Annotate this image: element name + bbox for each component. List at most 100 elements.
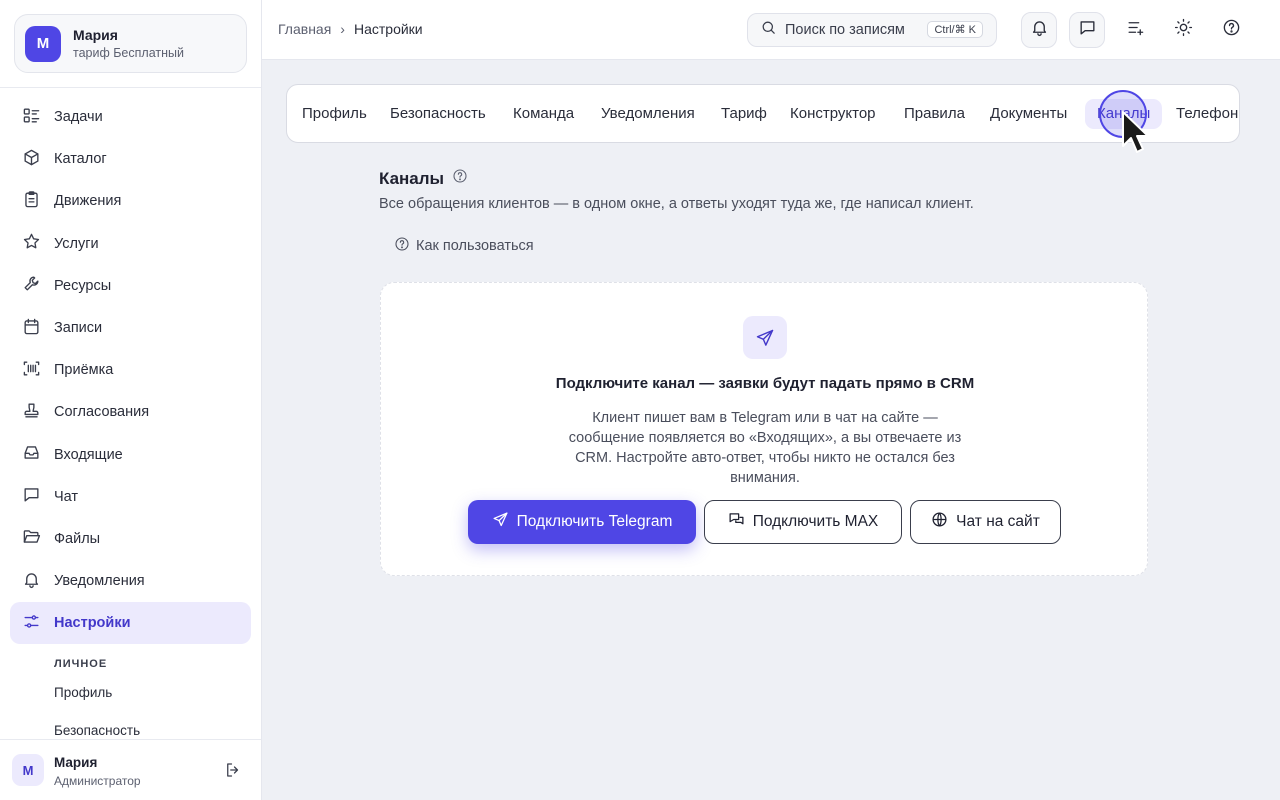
theme-toggle-button[interactable]	[1165, 12, 1201, 48]
chat-bubbles-icon	[728, 511, 753, 533]
bell-icon	[1030, 18, 1049, 42]
connect-telegram-button[interactable]: Подключить Telegram	[468, 500, 696, 544]
page-title: Каналы	[379, 168, 468, 189]
tab-documents[interactable]: Документы	[990, 99, 1067, 129]
sidebar-item-settings[interactable]: Настройки	[10, 602, 251, 645]
sliders-icon	[22, 612, 41, 635]
connect-max-button[interactable]: Подключить MAX	[704, 500, 902, 544]
tab-notifications[interactable]: Уведомления	[601, 99, 695, 129]
sidebar-item-label: Услуги	[54, 235, 99, 252]
breadcrumb-home[interactable]: Главная	[278, 21, 331, 37]
clipboard-icon	[22, 190, 41, 213]
tab-rules[interactable]: Правила	[904, 99, 965, 129]
sidebar-nav: Задачи Каталог Движения Услуги Ресурсы З…	[10, 96, 251, 645]
box-icon	[22, 148, 41, 171]
sidebar-item-resources[interactable]: Ресурсы	[10, 265, 251, 307]
help-icon[interactable]	[444, 168, 468, 189]
sidebar-item-services[interactable]: Услуги	[10, 223, 251, 265]
user-avatar[interactable]: М	[12, 754, 44, 786]
tab-profile[interactable]: Профиль	[302, 99, 367, 129]
sidebar-item-receiving[interactable]: Приёмка	[10, 349, 251, 391]
sidebar-item-approvals[interactable]: Согласования	[10, 391, 251, 433]
sidebar-item-tasks[interactable]: Задачи	[10, 96, 251, 138]
page-description: Все обращения клиентов — в одном окне, а…	[379, 196, 974, 212]
topbar: Главная › Настройки Поиск по записям Ctr…	[262, 0, 1280, 60]
help-button[interactable]	[1213, 12, 1249, 48]
empty-state-title: Подключите канал — заявки будут падать п…	[555, 375, 975, 392]
sidebar-item-label: Записи	[54, 320, 103, 337]
page-title-text: Каналы	[379, 168, 445, 188]
barcode-icon	[22, 359, 41, 382]
sidebar-item-label: Уведомления	[54, 573, 145, 590]
globe-icon	[931, 511, 956, 533]
channels-empty-state: Подключите канал — заявки будут падать п…	[380, 282, 1148, 576]
logout-icon[interactable]	[224, 761, 242, 779]
account-switcher[interactable]: М Мария тариф Бесплатный	[14, 14, 247, 73]
sidebar-item-label: Каталог	[54, 151, 107, 168]
site-chat-label: Чат на сайт	[956, 513, 1040, 530]
how-to-use-link[interactable]: Как пользоваться	[394, 236, 534, 256]
sidebar-item-label: Файлы	[54, 530, 101, 547]
sidebar-divider	[0, 87, 261, 88]
settings-tabs: Профиль Безопасность Команда Уведомления…	[286, 84, 1240, 143]
sidebar-item-chat[interactable]: Чат	[10, 476, 251, 518]
sidebar-footer: М Мария Администратор	[0, 739, 261, 800]
chat-icon	[1078, 18, 1097, 42]
tab-plan[interactable]: Тариф	[721, 99, 767, 129]
star-icon	[22, 232, 41, 255]
search-shortcut-badge: Ctrl/⌘ K	[927, 21, 983, 38]
messages-button[interactable]	[1069, 12, 1105, 48]
sidebar-item-label: Чат	[54, 488, 79, 505]
user-name: Мария	[54, 755, 98, 770]
account-name: Мария	[73, 27, 118, 43]
wrench-icon	[22, 274, 41, 297]
account-avatar: М	[25, 25, 61, 62]
sidebar-subitem-security[interactable]: Безопасность	[54, 723, 140, 738]
sidebar-item-movements[interactable]: Движения	[10, 180, 251, 222]
search-placeholder: Поиск по записям	[785, 22, 905, 38]
sidebar-item-label: Согласования	[54, 404, 150, 421]
tab-telephony[interactable]: Телефония	[1176, 99, 1239, 129]
sidebar-item-inbox[interactable]: Входящие	[10, 434, 251, 476]
send-icon	[492, 511, 517, 533]
sidebar-item-records[interactable]: Записи	[10, 307, 251, 349]
tab-team[interactable]: Команда	[513, 99, 574, 129]
breadcrumb-separator-icon: ›	[340, 21, 345, 37]
site-chat-button[interactable]: Чат на сайт	[910, 500, 1061, 544]
tab-constructor[interactable]: Конструктор	[790, 99, 876, 129]
sidebar-item-label: Настройки	[54, 615, 131, 632]
search-icon	[760, 19, 777, 41]
how-to-use-label: Как пользоваться	[416, 238, 534, 254]
send-icon	[743, 316, 787, 359]
sidebar-subitem-profile[interactable]: Профиль	[54, 685, 112, 700]
bell-icon	[22, 570, 41, 593]
sun-icon	[1174, 18, 1193, 42]
sidebar-item-label: Движения	[54, 193, 122, 210]
inbox-icon	[22, 443, 41, 466]
sidebar-item-notifications[interactable]: Уведомления	[10, 560, 251, 602]
sidebar-item-label: Приёмка	[54, 362, 114, 379]
list-add-icon	[1126, 18, 1145, 42]
calendar-icon	[22, 317, 41, 340]
tasks-icon	[22, 106, 41, 129]
account-plan: тариф Бесплатный	[73, 46, 184, 60]
help-icon	[1222, 18, 1241, 42]
folder-icon	[22, 527, 41, 550]
connect-telegram-label: Подключить Telegram	[516, 513, 673, 530]
search-input[interactable]: Поиск по записям Ctrl/⌘ K	[747, 13, 997, 47]
add-task-button[interactable]	[1117, 12, 1153, 48]
sidebar-item-catalog[interactable]: Каталог	[10, 138, 251, 180]
stamp-icon	[22, 401, 41, 424]
breadcrumb-current: Настройки	[353, 21, 423, 37]
sidebar-item-label: Ресурсы	[54, 277, 112, 294]
sidebar-item-label: Входящие	[54, 446, 123, 463]
sidebar-item-files[interactable]: Файлы	[10, 518, 251, 560]
empty-state-text: Клиент пишет вам в Telegram или в чат на…	[568, 410, 962, 486]
breadcrumb: Главная › Настройки	[278, 21, 423, 37]
tab-security[interactable]: Безопасность	[390, 99, 486, 129]
connect-max-label: Подключить MAX	[752, 513, 879, 530]
chat-icon	[22, 485, 41, 508]
sidebar-item-label: Задачи	[54, 109, 103, 126]
notifications-button[interactable]	[1021, 12, 1057, 48]
sidebar-subsection-heading: ЛИЧНОЕ	[54, 658, 108, 670]
